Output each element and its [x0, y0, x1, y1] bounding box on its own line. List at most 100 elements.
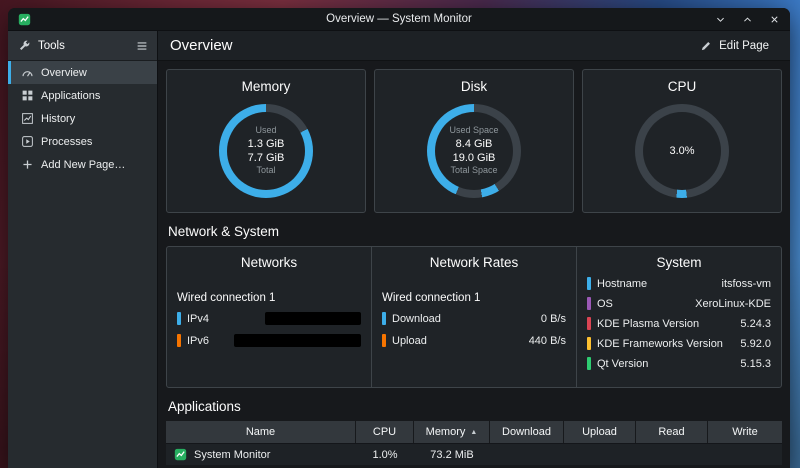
ipv6-color-bar — [177, 334, 181, 347]
tools-icon — [18, 39, 31, 52]
minimize-icon[interactable] — [715, 14, 726, 25]
page-title: Overview — [170, 37, 233, 54]
applications-table: Name CPU Memory▲ Download Upload Read Wr… — [166, 421, 782, 465]
window-controls — [715, 14, 780, 25]
memory-gauge: Used 1.3 GiB 7.7 GiB Total — [219, 104, 313, 198]
system-title: System — [587, 255, 771, 270]
memory-card: Memory Used 1.3 GiB 7.7 GiB Total — [166, 69, 366, 213]
column-header-read-label: Read — [658, 426, 684, 438]
edit-page-button[interactable]: Edit Page — [691, 37, 778, 55]
applications-section-title: Applications — [168, 399, 780, 414]
plasma-version-label: KDE Plasma Version — [597, 318, 699, 330]
sidebar-toolbar: Tools — [8, 31, 157, 61]
system-monitor-app-icon — [18, 13, 31, 26]
memory-total-label: Total — [256, 165, 275, 177]
titlebar: Overview — System Monitor — [8, 8, 790, 31]
networks-column: Networks Wired connection 1 IPv4 IPv6 — [167, 247, 371, 387]
sidebar-item-label: Add New Page… — [41, 159, 125, 171]
qt-version-label: Qt Version — [597, 358, 648, 370]
plasma-version-row: KDE Plasma Version 5.24.3 — [587, 316, 771, 331]
os-row: OS XeroLinux-KDE — [587, 296, 771, 311]
upload-color-bar — [382, 334, 386, 347]
hostname-color-bar — [587, 277, 591, 290]
frameworks-version-label: KDE Frameworks Version — [597, 338, 723, 350]
plasma-version-value: 5.24.3 — [740, 318, 771, 330]
frameworks-version-value: 5.92.0 — [740, 338, 771, 350]
ipv4-row: IPv4 — [177, 311, 361, 326]
qt-version-value: 5.15.3 — [740, 358, 771, 370]
plus-icon — [21, 158, 34, 171]
cpu-usage-value: 3.0% — [669, 144, 694, 158]
disk-gauge-text: Used Space 8.4 GiB 19.0 GiB Total Space — [427, 104, 521, 198]
networks-title: Networks — [177, 255, 361, 270]
download-color-bar — [382, 312, 386, 325]
column-header-write-label: Write — [732, 426, 757, 438]
app-cpu-cell: 1.0% — [356, 449, 414, 461]
applications-table-header: Name CPU Memory▲ Download Upload Read Wr… — [166, 421, 782, 443]
sidebar: Tools Overview Applications History Proc… — [8, 31, 158, 468]
column-header-write[interactable]: Write — [708, 421, 782, 443]
system-rows: Hostname itsfoss-vm OS XeroLinux-KDE KDE… — [587, 276, 771, 371]
app-name: System Monitor — [194, 449, 270, 461]
ipv6-label: IPv6 — [187, 335, 209, 347]
memory-total-value: 7.7 GiB — [248, 151, 285, 165]
column-header-read[interactable]: Read — [636, 421, 708, 443]
ipv4-label: IPv4 — [187, 313, 209, 325]
sidebar-item-processes[interactable]: Processes — [8, 130, 157, 153]
networks-connection-name: Wired connection 1 — [177, 292, 361, 304]
sidebar-item-history[interactable]: History — [8, 107, 157, 130]
disk-used-label: Used Space — [449, 125, 498, 137]
column-header-upload[interactable]: Upload — [564, 421, 636, 443]
hamburger-menu-icon[interactable] — [135, 39, 149, 53]
download-value: 0 B/s — [541, 313, 566, 325]
frameworks-color-bar — [587, 337, 591, 350]
memory-used-label: Used — [255, 125, 276, 137]
sidebar-item-applications[interactable]: Applications — [8, 84, 157, 107]
history-chart-icon — [21, 112, 34, 125]
sort-ascending-icon: ▲ — [470, 429, 477, 436]
hostname-row: Hostname itsfoss-vm — [587, 276, 771, 291]
window-body: Tools Overview Applications History Proc… — [8, 31, 790, 468]
sidebar-item-label: History — [41, 113, 75, 125]
os-label: OS — [597, 298, 613, 310]
cpu-gauge-text: 3.0% — [635, 104, 729, 198]
sidebar-item-overview[interactable]: Overview — [8, 61, 157, 84]
app-name-cell: System Monitor — [166, 448, 356, 461]
hostname-label: Hostname — [597, 278, 647, 290]
ipv4-color-bar — [177, 312, 181, 325]
os-value: XeroLinux-KDE — [695, 298, 771, 310]
system-column: System Hostname itsfoss-vm OS XeroLinux-… — [576, 247, 781, 387]
column-header-cpu[interactable]: CPU — [356, 421, 414, 443]
edit-page-label: Edit Page — [719, 40, 769, 52]
column-header-download[interactable]: Download — [490, 421, 564, 443]
processes-icon — [21, 135, 34, 148]
sidebar-item-add-new-page[interactable]: Add New Page… — [8, 153, 157, 176]
column-header-download-label: Download — [502, 426, 551, 438]
memory-card-title: Memory — [167, 79, 365, 94]
disk-gauge: Used Space 8.4 GiB 19.0 GiB Total Space — [427, 104, 521, 198]
column-header-name-label: Name — [246, 426, 275, 438]
disk-card-title: Disk — [375, 79, 573, 94]
column-header-cpu-label: CPU — [373, 426, 396, 438]
ipv6-row: IPv6 — [177, 333, 361, 348]
desktop: { "colors": { "accent": "#3daee9", "oran… — [0, 0, 800, 468]
gauge-icon — [21, 66, 34, 79]
page-content: Memory Used 1.3 GiB 7.7 GiB Total Disk — [158, 61, 790, 468]
disk-total-value: 19.0 GiB — [453, 151, 496, 165]
gauges-row: Memory Used 1.3 GiB 7.7 GiB Total Disk — [166, 69, 782, 213]
sidebar-item-label: Overview — [41, 67, 87, 79]
qt-color-bar — [587, 357, 591, 370]
hostname-value: itsfoss-vm — [722, 278, 772, 290]
download-row: Download 0 B/s — [382, 311, 566, 326]
upload-row: Upload 440 B/s — [382, 333, 566, 348]
column-header-name[interactable]: Name — [166, 421, 356, 443]
disk-card: Disk Used Space 8.4 GiB 19.0 GiB Total S… — [374, 69, 574, 213]
maximize-icon[interactable] — [742, 14, 753, 25]
column-header-memory[interactable]: Memory▲ — [414, 421, 490, 443]
close-icon[interactable] — [769, 14, 780, 25]
table-row-system-monitor[interactable]: System Monitor 1.0% 73.2 MiB — [166, 443, 782, 465]
cpu-card-title: CPU — [583, 79, 781, 94]
window-title: Overview — System Monitor — [8, 13, 790, 25]
network-system-card: Networks Wired connection 1 IPv4 IPv6 — [166, 246, 782, 388]
page-header: Overview Edit Page — [158, 31, 790, 61]
